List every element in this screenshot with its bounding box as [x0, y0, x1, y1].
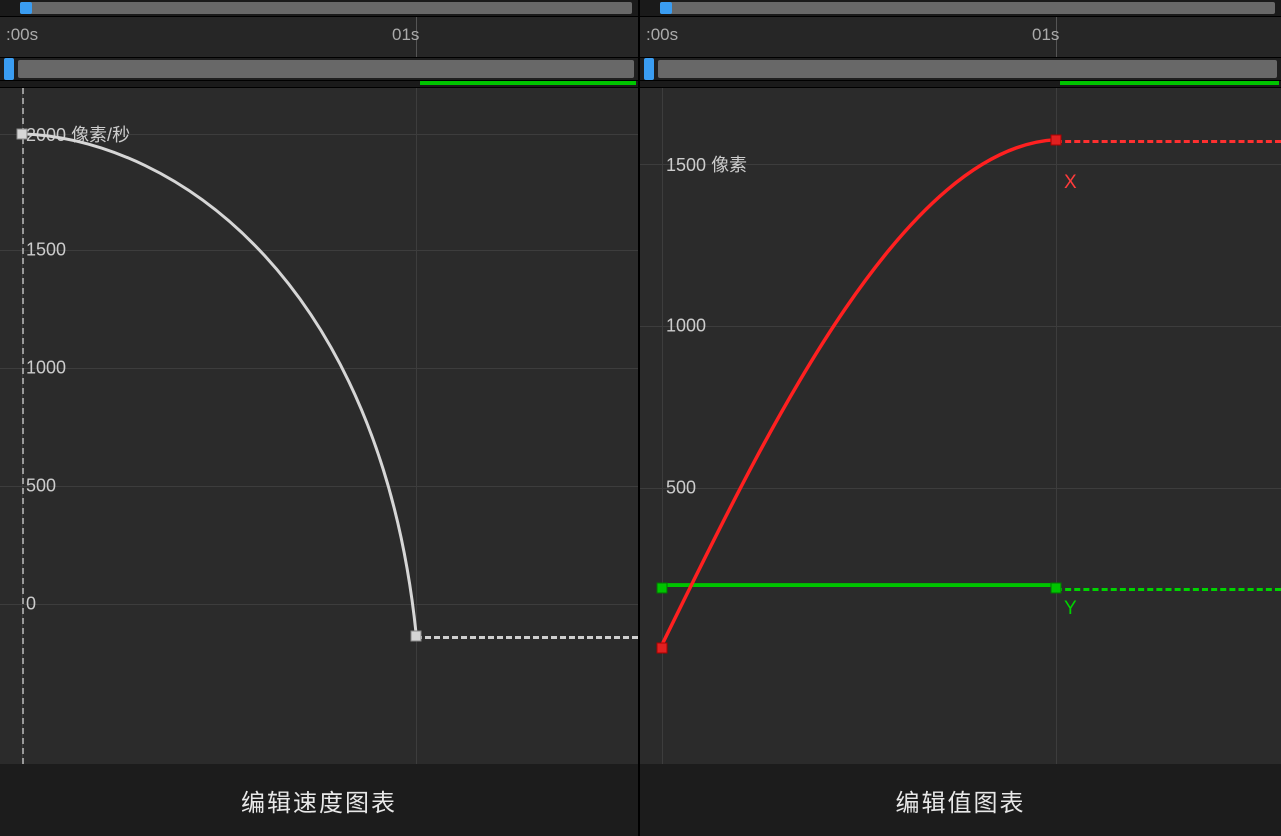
y-tick-label: 1500 — [26, 240, 66, 261]
gridline-h — [640, 326, 1281, 327]
speed-graph-caption: 编辑速度图表 — [0, 764, 640, 836]
ruler-tick-label: 01s — [392, 25, 419, 45]
horizontal-scrollbar[interactable] — [0, 0, 638, 17]
x-keyframe-start[interactable] — [657, 643, 668, 654]
y-tick-label: 1000 — [666, 316, 706, 337]
work-area-bar[interactable] — [640, 58, 1281, 81]
gridline-h — [0, 604, 638, 605]
speed-graph-panel: :00s 01s — [0, 0, 640, 764]
scrollbar-thumb[interactable] — [20, 2, 32, 14]
value-graph-panel: :00s 01s 1500 像素 — [640, 0, 1281, 764]
ruler-tick-label: :00s — [646, 25, 678, 45]
x-keyframe-end[interactable] — [1051, 135, 1062, 146]
ruler-tick-label: :00s — [6, 25, 38, 45]
cached-range — [1060, 81, 1279, 85]
y-axis — [22, 88, 24, 764]
keyframe-start[interactable] — [17, 129, 28, 140]
y-dashed-extension — [1056, 588, 1281, 591]
work-area-track[interactable] — [658, 60, 1277, 78]
x-dashed-extension — [1056, 140, 1281, 143]
gridline-v — [1056, 88, 1057, 764]
scrollbar-thumb[interactable] — [660, 2, 672, 14]
gridline-h — [0, 368, 638, 369]
ruler-tick-label: 01s — [1032, 25, 1059, 45]
x-axis-letter: X — [1064, 172, 1077, 194]
value-curves — [640, 88, 1281, 764]
value-graph-caption: 编辑值图表 — [640, 764, 1281, 836]
gridline-h — [640, 488, 1281, 489]
time-ruler[interactable]: :00s 01s — [640, 17, 1281, 58]
value-graph[interactable]: 1500 像素 1000 500 — [640, 88, 1281, 764]
gridline-v — [416, 88, 417, 764]
playhead-handle[interactable] — [4, 58, 14, 80]
work-area-bar[interactable] — [0, 58, 638, 81]
y-tick-label: 2000 像素/秒 — [26, 121, 130, 147]
speed-graph[interactable]: 2000 像素/秒 1500 1000 500 0 — [0, 88, 638, 764]
horizontal-scrollbar[interactable] — [640, 0, 1281, 17]
caption-row: 编辑速度图表 编辑值图表 — [0, 764, 1281, 836]
work-area-track[interactable] — [18, 60, 634, 78]
gridline-v — [662, 88, 663, 764]
y-tick-label: 1500 像素 — [666, 151, 747, 177]
y-keyframe-start[interactable] — [657, 583, 668, 594]
y-tick-label: 500 — [666, 478, 696, 499]
scrollbar-track[interactable] — [20, 2, 632, 14]
y-tick-label: 500 — [26, 476, 56, 497]
cache-strip — [0, 81, 638, 88]
cache-strip — [640, 81, 1281, 88]
playhead-handle[interactable] — [644, 58, 654, 80]
y-keyframe-end[interactable] — [1051, 583, 1062, 594]
keyframe-end[interactable] — [411, 631, 422, 642]
scrollbar-track[interactable] — [660, 2, 1275, 14]
cached-range — [420, 81, 636, 85]
gridline-h — [0, 250, 638, 251]
y-tick-label: 1000 — [26, 358, 66, 379]
speed-curve — [0, 88, 638, 764]
value-dashed-extension — [416, 636, 638, 639]
gridline-h — [0, 486, 638, 487]
y-tick-label: 0 — [26, 594, 36, 615]
time-ruler[interactable]: :00s 01s — [0, 17, 638, 58]
y-axis-letter: Y — [1064, 598, 1077, 620]
